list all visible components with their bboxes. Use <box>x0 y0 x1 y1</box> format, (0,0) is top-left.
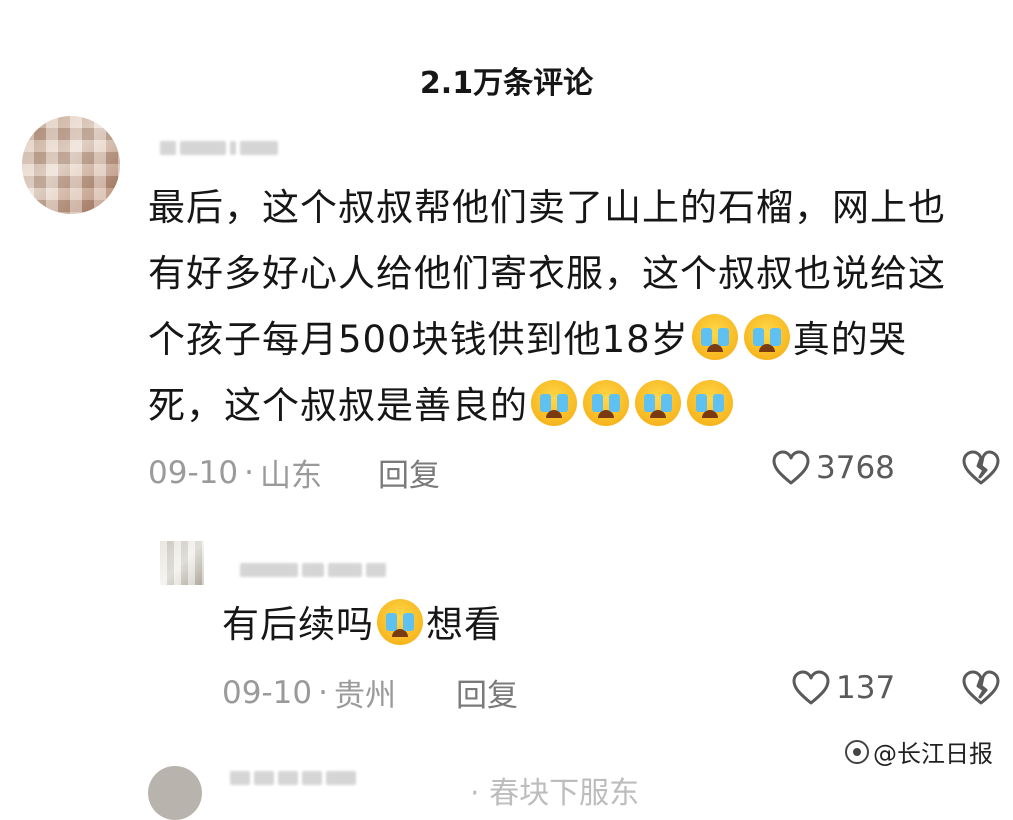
comment-body: 最后，这个叔叔帮他们卖了山上的石榴，网上也 有好多好心人给他们寄衣服，这个叔叔也… <box>148 175 1008 439</box>
broken-heart-icon[interactable] <box>962 450 1000 490</box>
crying-emoji-icon <box>687 380 733 426</box>
comment-line: 最后，这个叔叔帮他们卖了山上的石榴，网上也 <box>148 186 946 229</box>
commenter-avatar[interactable] <box>22 116 120 214</box>
reply-text-part: 有后续吗 <box>222 603 374 646</box>
reply-body: 有后续吗 想看 <box>222 592 922 658</box>
comment-line: 死，这个叔叔是善良的 <box>148 373 1008 439</box>
next-commenter-avatar[interactable] <box>148 766 202 820</box>
crying-emoji-icon <box>377 599 423 645</box>
commenter-name-blurred[interactable] <box>160 140 278 156</box>
comment-line-part: 个孩子每月500块钱供到他18岁 <box>148 318 689 361</box>
watermark: @长江日报 <box>845 734 993 769</box>
crying-emoji-icon <box>691 314 738 360</box>
reply-text-part: 想看 <box>426 603 502 646</box>
comment-line-part: 真的哭 <box>792 318 907 361</box>
crying-emoji-icon <box>635 380 681 426</box>
watermark-text: @长江日报 <box>873 740 993 768</box>
next-comment-partial-text: · 春块下服东 <box>470 776 640 811</box>
reply-button[interactable]: 回复 <box>378 450 440 495</box>
replier-name-blurred[interactable] <box>240 562 386 578</box>
meta-separator: · <box>244 454 254 491</box>
like-count: 137 <box>836 670 896 706</box>
heart-outline-icon[interactable] <box>772 450 810 486</box>
watermark-logo-icon <box>845 739 869 764</box>
reply-date: 09-10 <box>222 674 313 711</box>
comment-line: 个孩子每月500块钱供到他18岁 真的哭 <box>148 307 1008 373</box>
crying-emoji-icon <box>583 380 629 426</box>
reply-button[interactable]: 回复 <box>456 670 518 715</box>
like-count: 3768 <box>816 450 895 486</box>
replier-avatar[interactable] <box>160 541 204 585</box>
comment-location: 山东 <box>259 458 322 494</box>
comment-meta: 09-10 · 山东 <box>148 450 322 495</box>
comment-date: 09-10 <box>148 454 239 491</box>
reply-location: 贵州 <box>333 678 396 714</box>
reply-meta: 09-10 · 贵州 <box>222 670 396 715</box>
comment-line: 有好多好心人给他们寄衣服，这个叔叔也说给这 <box>148 252 946 295</box>
comments-count-title: 2.1万条评论 <box>419 66 594 101</box>
crying-emoji-icon <box>531 380 577 426</box>
comment-line-part: 死，这个叔叔是善良的 <box>148 384 528 427</box>
like-button[interactable]: 3768 <box>772 450 895 486</box>
like-button[interactable]: 137 <box>792 670 895 706</box>
meta-separator: · <box>318 674 328 711</box>
broken-heart-icon[interactable] <box>962 670 1000 710</box>
crying-emoji-icon <box>743 314 790 360</box>
heart-outline-icon[interactable] <box>792 670 830 706</box>
